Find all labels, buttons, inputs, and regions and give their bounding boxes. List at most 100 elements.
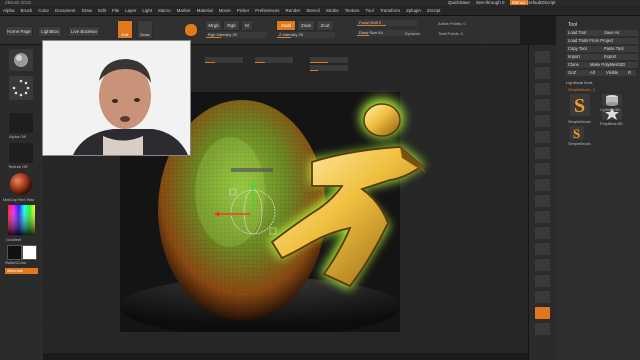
view-control-icon[interactable] xyxy=(535,259,550,271)
load-tools-from-project-button[interactable]: Load Tools From Project xyxy=(566,38,638,44)
lightbox-tools-button[interactable]: Lightbox▸Tools xyxy=(566,80,592,85)
view-control-icon[interactable] xyxy=(535,67,550,79)
view-control-icon[interactable] xyxy=(535,211,550,223)
view-control-icon[interactable] xyxy=(535,179,550,191)
import-button[interactable]: Import xyxy=(566,54,602,60)
view-control-icon[interactable] xyxy=(535,147,550,159)
menu-movie[interactable]: Movie xyxy=(216,8,234,13)
zbrush-logo-icon xyxy=(268,98,426,290)
menu-zplugin[interactable]: Zplugin xyxy=(403,8,424,13)
brush-thumbnail[interactable] xyxy=(9,49,33,71)
menu-color[interactable]: Color xyxy=(35,8,52,13)
main-color-swatch[interactable] xyxy=(22,245,37,260)
r-button[interactable]: R xyxy=(626,70,636,76)
menu-zscript[interactable]: Zscript xyxy=(424,8,444,13)
focal-shift-slider[interactable]: Focal Shift 0 xyxy=(357,20,417,26)
rgb-button[interactable]: Rgb xyxy=(223,20,240,31)
view-control-icon[interactable] xyxy=(535,163,550,175)
menu-light[interactable]: Light xyxy=(139,8,155,13)
see-through-slider[interactable]: See-through 0 xyxy=(476,0,505,5)
menu-draw[interactable]: Draw xyxy=(79,8,96,13)
view-control-icon[interactable] xyxy=(535,195,550,207)
goz-button[interactable]: GoZ xyxy=(566,70,588,76)
cylinder-tool-thumb[interactable] xyxy=(602,94,622,106)
view-control-icon[interactable] xyxy=(535,243,550,255)
clone-button[interactable]: Clone xyxy=(566,62,588,68)
menu-picker[interactable]: Picker xyxy=(234,8,253,13)
simplebrush-tool-thumb[interactable]: S xyxy=(570,94,590,117)
z-intensity-mini-slider[interactable] xyxy=(255,57,293,63)
load-tool-button[interactable]: Load Tool xyxy=(566,30,602,36)
view-control-icon[interactable] xyxy=(535,227,550,239)
brush-stroke-icon[interactable] xyxy=(184,23,198,37)
alpha-thumbnail[interactable] xyxy=(9,113,33,133)
view-control-icon[interactable] xyxy=(535,275,550,287)
zbrush-s-icon: S xyxy=(574,95,585,117)
view-control-icon[interactable] xyxy=(535,323,550,335)
zsub-button[interactable]: Zsub xyxy=(297,20,315,31)
paste-tool-button[interactable]: Paste Tool xyxy=(602,46,638,52)
all-button[interactable]: All xyxy=(588,70,604,76)
alternate-button[interactable]: Alternate xyxy=(5,268,38,274)
switch-color-button[interactable]: SwitchColor xyxy=(5,260,26,265)
menu-stroke[interactable]: Stroke xyxy=(323,8,342,13)
menu-tool[interactable]: Tool xyxy=(363,8,377,13)
view-control-icon[interactable] xyxy=(535,99,550,111)
edit-button[interactable]: Edit xyxy=(117,20,133,39)
menu-alpha[interactable]: Alpha xyxy=(0,8,18,13)
live-boolean-button[interactable]: Live Boolean xyxy=(68,26,100,37)
window-title: ZBrush 2018 xyxy=(5,0,31,5)
menu-render[interactable]: Render xyxy=(282,8,303,13)
current-tool-label: SimpleBrush. 2 xyxy=(568,87,596,92)
default-zscript-button[interactable]: DefaultZScript xyxy=(527,0,556,5)
menu-transform[interactable]: Transform xyxy=(377,8,403,13)
draw-label: Draw xyxy=(140,31,150,37)
visible-button[interactable]: Visible xyxy=(604,70,626,76)
copy-tool-button[interactable]: Copy Tool xyxy=(566,46,602,52)
home-page-button[interactable]: Home Page xyxy=(5,26,33,37)
view-control-icon[interactable] xyxy=(535,51,550,63)
simplebrush-small-thumb[interactable]: S xyxy=(570,126,584,141)
stroke-thumbnail[interactable] xyxy=(9,76,33,100)
color-picker[interactable] xyxy=(8,205,35,235)
view-control-icon[interactable] xyxy=(535,307,550,319)
draw-button[interactable]: Draw xyxy=(137,20,153,39)
menu-material[interactable]: Material xyxy=(194,8,216,13)
view-control-icon[interactable] xyxy=(535,115,550,127)
menu-texture[interactable]: Texture xyxy=(342,8,363,13)
right-shelf xyxy=(528,45,556,360)
menu-layer[interactable]: Layer xyxy=(122,8,139,13)
menu-brush[interactable]: Brush xyxy=(18,8,36,13)
menu-edit[interactable]: Edit xyxy=(95,8,109,13)
menu-document[interactable]: Document xyxy=(52,8,79,13)
rgb-intensity-slider[interactable]: Rgb Intensity 25 xyxy=(206,32,266,38)
make-polymesh-button[interactable]: Make PolyMesh3D xyxy=(588,62,638,68)
view-control-icon[interactable] xyxy=(535,291,550,303)
menus-button[interactable]: Menus xyxy=(510,0,528,5)
z-intensity-slider[interactable]: Z Intensity 25 xyxy=(277,32,335,38)
draw-size-mini-slider[interactable] xyxy=(310,65,348,71)
m-button[interactable]: M xyxy=(241,20,253,31)
focal-shift-mini-slider[interactable] xyxy=(310,57,348,63)
lightbox-button[interactable]: LightBox xyxy=(38,26,62,37)
texture-label: Texture Off xyxy=(8,164,28,169)
dynamic-toggle[interactable]: Dynamic xyxy=(405,31,421,36)
mrgb-button[interactable]: Mrgb xyxy=(205,20,222,31)
save-as-button[interactable]: Save As xyxy=(602,30,638,36)
view-control-icon[interactable] xyxy=(535,83,550,95)
secondary-color-swatch[interactable] xyxy=(7,245,22,260)
export-button[interactable]: Export xyxy=(602,54,638,60)
zcut-button[interactable]: Zcut xyxy=(316,20,334,31)
quicksave-button[interactable]: QuickSave xyxy=(448,0,470,5)
menu-marker[interactable]: Marker xyxy=(174,8,194,13)
standard-brush-icon xyxy=(14,53,28,67)
material-thumbnail[interactable] xyxy=(8,172,34,196)
menu-macro[interactable]: Macro xyxy=(155,8,174,13)
menu-preferences[interactable]: Preferences xyxy=(252,8,282,13)
rgb-intensity-mini-slider[interactable] xyxy=(205,57,243,63)
menu-file[interactable]: File xyxy=(109,8,122,13)
view-control-icon[interactable] xyxy=(535,131,550,143)
zadd-button[interactable]: Zadd xyxy=(276,20,296,31)
menu-stencil[interactable]: Stencil xyxy=(303,8,323,13)
texture-thumbnail[interactable] xyxy=(9,143,33,163)
